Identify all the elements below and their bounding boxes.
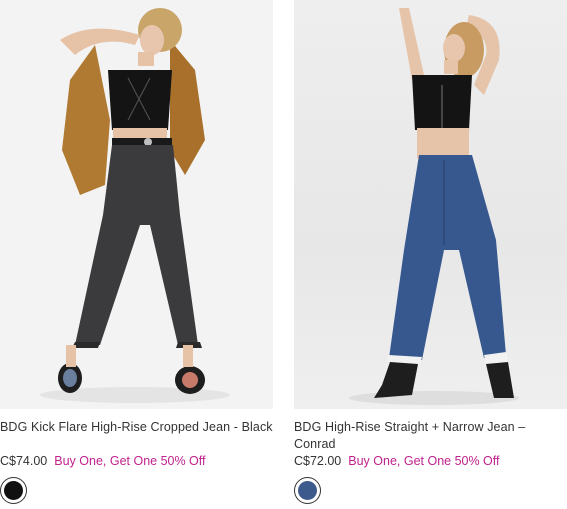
swatch-fill [298,481,317,500]
price-row: C$72.00 Buy One, Get One 50% Off [294,453,567,469]
product-price: C$74.00 [0,454,48,468]
color-swatch-blue[interactable] [294,477,321,504]
price-row: C$74.00 Buy One, Get One 50% Off [0,453,273,469]
product-grid: BDG Kick Flare High-Rise Cropped Jean - … [0,0,567,509]
product-title[interactable]: BDG High-Rise Straight + Narrow Jean – C… [294,419,567,452]
product-card: BDG Kick Flare High-Rise Cropped Jean - … [0,0,273,507]
product-image[interactable] [0,0,273,409]
color-swatch-black[interactable] [0,477,27,504]
product-photo-black-jean [40,8,230,403]
product-card: BDG High-Rise Straight + Narrow Jean – C… [294,0,567,507]
color-swatches [294,477,567,507]
promo-link[interactable]: Buy One, Get One 50% Off [348,454,499,468]
promo-link[interactable]: Buy One, Get One 50% Off [54,454,205,468]
product-title[interactable]: BDG Kick Flare High-Rise Cropped Jean - … [0,419,273,452]
product-photo-blue-jean [349,8,519,405]
swatch-fill [4,481,23,500]
product-price: C$72.00 [294,454,342,468]
color-swatches [0,477,273,507]
product-image[interactable] [294,0,567,409]
